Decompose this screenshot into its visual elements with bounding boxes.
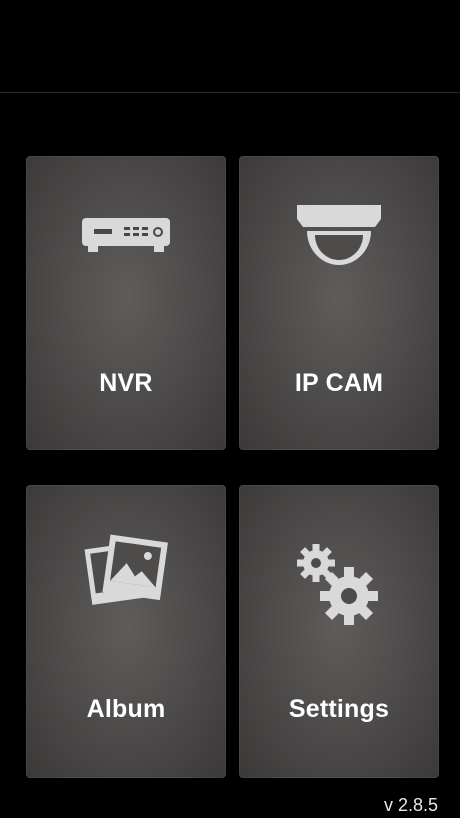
app-version: v 2.8.5 bbox=[383, 795, 438, 815]
nvr-tile[interactable]: NVR bbox=[26, 156, 226, 450]
photo-album-icon bbox=[26, 533, 226, 611]
nvr-recorder-icon bbox=[26, 214, 226, 256]
album-tile[interactable]: Album bbox=[26, 485, 226, 778]
ip-cam-label: IP CAM bbox=[294, 369, 384, 397]
nvr-label: NVR bbox=[99, 369, 153, 397]
settings-tile[interactable]: Settings bbox=[239, 485, 439, 778]
top-bar bbox=[0, 0, 460, 92]
top-bar-divider bbox=[0, 92, 460, 93]
dome-camera-icon bbox=[239, 201, 439, 273]
album-label: Album bbox=[86, 695, 166, 723]
gears-icon bbox=[239, 541, 439, 631]
home-screen: NVR IP CAM Album Settings v 2.8.5 bbox=[0, 0, 460, 818]
ip-cam-tile[interactable]: IP CAM bbox=[239, 156, 439, 450]
settings-label: Settings bbox=[288, 695, 390, 723]
